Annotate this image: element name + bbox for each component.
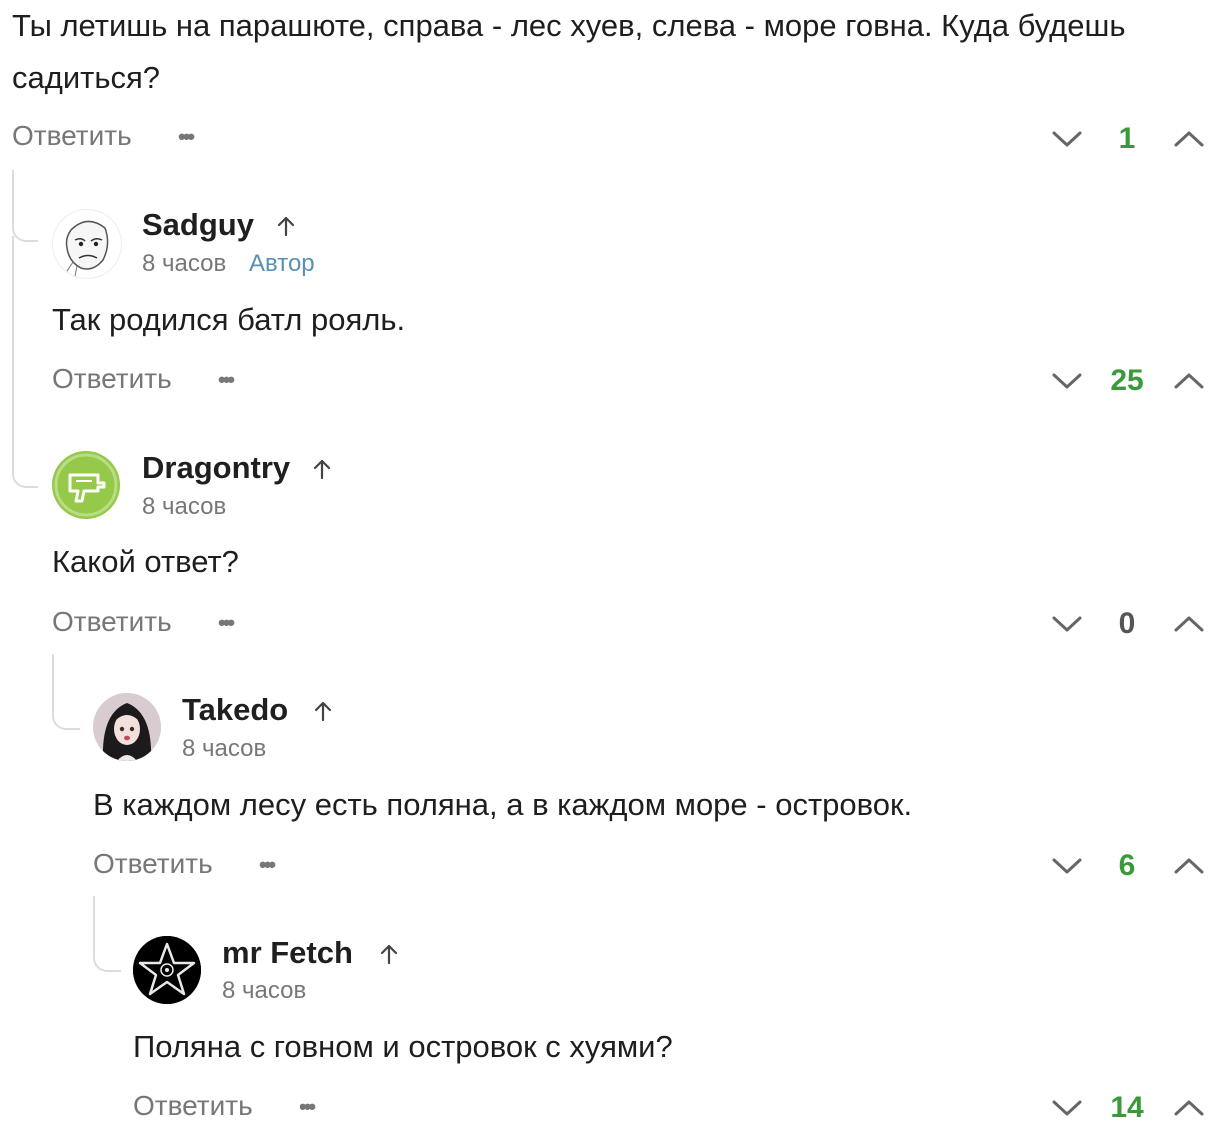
pentagram-avatar-icon xyxy=(133,936,201,1004)
upvote-icon[interactable] xyxy=(1172,614,1206,634)
reply-button[interactable]: Ответить xyxy=(12,120,132,152)
thread-line xyxy=(52,654,80,730)
reply-button[interactable]: Ответить xyxy=(52,606,172,638)
reply-button[interactable]: Ответить xyxy=(93,848,213,880)
downvote-icon[interactable] xyxy=(1050,856,1084,876)
thread-line xyxy=(93,896,121,972)
more-options-icon[interactable]: ••• xyxy=(299,1094,316,1120)
more-options-icon[interactable]: ••• xyxy=(218,610,235,636)
downvote-icon[interactable] xyxy=(1050,614,1084,634)
more-options-icon[interactable]: ••• xyxy=(259,852,276,878)
more-options-icon[interactable]: ••• xyxy=(218,367,235,393)
downvote-icon[interactable] xyxy=(1050,1098,1084,1118)
avatar[interactable] xyxy=(52,209,122,279)
upvote-icon[interactable] xyxy=(1172,1098,1206,1118)
score-value: 6 xyxy=(1118,849,1136,882)
username[interactable]: mr Fetch xyxy=(222,935,353,971)
reply-button[interactable]: Ответить xyxy=(52,363,172,395)
comment-time: 8 часов xyxy=(182,735,267,762)
thread-line xyxy=(12,170,38,242)
comment-text: В каждом лесу есть поляна, а в каждом мо… xyxy=(93,787,913,822)
username[interactable]: Sadguy xyxy=(142,207,254,243)
avatar[interactable] xyxy=(133,936,201,1004)
comment-time: 8 часов xyxy=(142,250,227,277)
upvote-icon[interactable] xyxy=(1172,371,1206,391)
score-value: 0 xyxy=(1118,607,1136,640)
drill-avatar-icon xyxy=(54,453,118,517)
post-text: Ты летишь на парашюте, справа - лес хуев… xyxy=(12,8,1126,95)
comment-text: Так родился батл рояль. xyxy=(52,302,406,337)
score-value: 25 xyxy=(1110,364,1144,397)
downvote-icon[interactable] xyxy=(1050,129,1084,149)
thread-line xyxy=(12,236,38,488)
upvote-icon[interactable] xyxy=(1172,856,1206,876)
arrow-up-icon xyxy=(380,944,398,965)
username[interactable]: Takedo xyxy=(182,692,288,728)
sad-face-meme-avatar-icon xyxy=(64,220,109,277)
comment-text: Какой ответ? xyxy=(52,544,239,579)
author-badge: Автор xyxy=(249,250,315,277)
score-value: 14 xyxy=(1110,1091,1144,1124)
anime-girl-avatar-icon xyxy=(93,693,161,761)
downvote-icon[interactable] xyxy=(1050,371,1084,391)
comment-text: Поляна с говном и островок с хуями? xyxy=(133,1029,673,1064)
arrow-up-icon xyxy=(313,459,331,480)
arrow-up-icon xyxy=(277,216,295,237)
comment-time: 8 часов xyxy=(222,977,307,1004)
username[interactable]: Dragontry xyxy=(142,450,290,486)
reply-button[interactable]: Ответить xyxy=(133,1090,253,1122)
score-value: 1 xyxy=(1118,122,1136,155)
more-options-icon[interactable]: ••• xyxy=(178,124,195,150)
arrow-up-icon xyxy=(314,701,332,722)
upvote-icon[interactable] xyxy=(1172,129,1206,149)
avatar[interactable] xyxy=(93,693,161,761)
avatar[interactable] xyxy=(52,451,120,519)
comment-time: 8 часов xyxy=(142,493,227,520)
